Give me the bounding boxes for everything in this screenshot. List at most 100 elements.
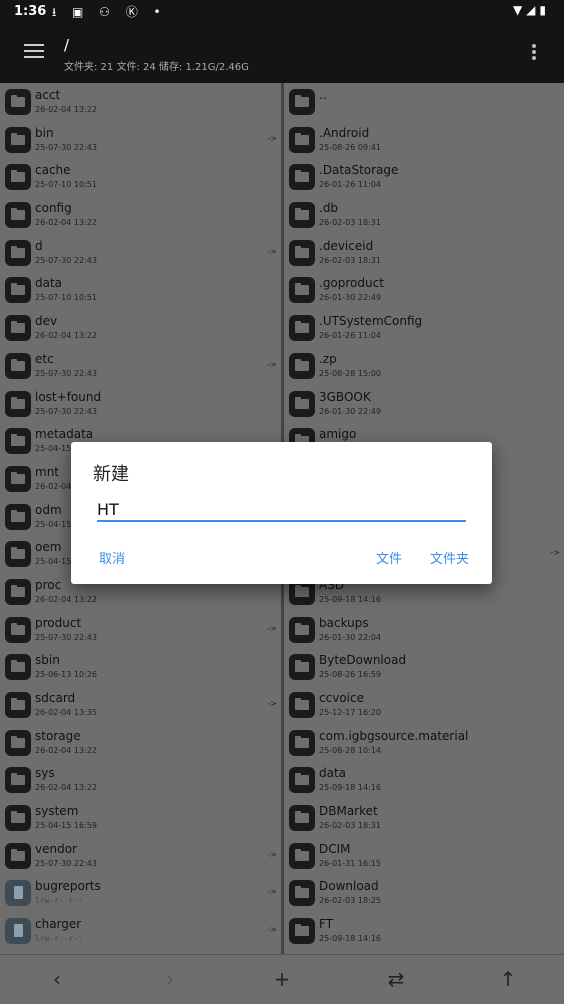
- file-row[interactable]: bugreports lrw-r--r-- ->: [0, 874, 281, 912]
- file-meta: 26-01-31 16:15: [319, 858, 381, 868]
- file-name: DCIM: [319, 841, 351, 856]
- file-row[interactable]: FT 25-09-18 14:16: [284, 912, 564, 950]
- file-row[interactable]: product 25-07-30 22:43 ->: [0, 611, 281, 649]
- file-row[interactable]: data 25-09-18 14:16: [284, 761, 564, 799]
- file-row[interactable]: etc 25-07-30 22:43 ->: [0, 347, 281, 385]
- file-row[interactable]: sbin 25-06-13 10:26: [0, 648, 281, 686]
- folder-icon: [5, 616, 31, 643]
- file-row[interactable]: com.igbgsource.material 25-08-28 10:14: [284, 724, 564, 762]
- file-row[interactable]: .zp 25-08-28 15:00: [284, 347, 564, 385]
- back-icon[interactable]: ‹: [42, 967, 72, 993]
- file-row[interactable]: data 25-07-10 10:51: [0, 271, 281, 309]
- file-row[interactable]: charger lrw-r--r-- ->: [0, 912, 281, 950]
- file-row[interactable]: .db 26-02-03 18:31: [284, 196, 564, 234]
- folder-icon: [289, 654, 315, 681]
- file-name: .goproduct: [319, 276, 384, 291]
- file-row[interactable]: 3GBOOK 26-01-30 22:49: [284, 385, 564, 423]
- file-row[interactable]: d 25-07-30 22:43 ->: [0, 234, 281, 272]
- file-row[interactable]: cache 25-07-10 10:51: [0, 158, 281, 196]
- name-input[interactable]: [97, 498, 466, 522]
- file-meta: 25-12-17 16:20: [319, 708, 381, 717]
- folder-icon: [289, 767, 315, 794]
- file-row[interactable]: .DataStorage 26-01-26 11:04: [284, 158, 564, 196]
- hamburger-menu-icon[interactable]: [24, 44, 44, 58]
- file-meta: 26-02-04 13:22: [35, 218, 97, 228]
- add-icon[interactable]: +: [267, 967, 297, 993]
- file-row[interactable]: ..: [284, 83, 564, 121]
- storage-summary: 文件夹: 21 文件: 24 储存: 1.21G/2.46G: [64, 62, 249, 73]
- file-name: sdcard: [35, 691, 76, 705]
- file-name: sbin: [35, 653, 60, 668]
- folder-icon: [5, 390, 31, 417]
- file-row[interactable]: sys 26-02-04 13:22: [0, 761, 281, 799]
- bottom-toolbar: ‹ › + ⇄ ↑: [0, 954, 564, 1004]
- file-row[interactable]: ccvoice 25-12-17 16:20: [284, 686, 564, 724]
- file-name: system: [35, 804, 79, 819]
- folder-icon: [289, 89, 315, 115]
- file-row[interactable]: ByteDownload 25-08-26 16:59: [284, 648, 564, 686]
- new-file-button[interactable]: 文件: [376, 548, 402, 567]
- file-meta: 25-07-30 22:43: [35, 406, 97, 416]
- file-meta: 26-02-03 18:31: [319, 255, 381, 265]
- file-row[interactable]: DCIM 26-01-31 16:15: [284, 837, 564, 875]
- forward-icon[interactable]: ›: [155, 967, 185, 993]
- swap-panes-icon[interactable]: ⇄: [381, 967, 411, 993]
- file-meta: 25-07-30 22:43: [35, 142, 97, 152]
- file-name: config: [35, 201, 72, 216]
- file-meta: 26-02-04 13:22: [35, 594, 97, 604]
- file-row[interactable]: storage 26-02-04 13:22: [0, 724, 281, 762]
- file-name: bin: [35, 125, 54, 140]
- file-name: .zp: [319, 351, 337, 366]
- file-row[interactable]: .deviceid 26-02-03 18:31: [284, 234, 564, 272]
- file-name: backups: [319, 615, 369, 630]
- file-name: ByteDownload: [319, 653, 407, 668]
- file-row[interactable]: system 25-04-15 16:59: [0, 799, 281, 837]
- file-row[interactable]: lost+found 25-07-30 22:43: [0, 385, 281, 423]
- file-name: etc: [35, 351, 54, 366]
- file-name: .deviceid: [319, 238, 374, 253]
- file-row[interactable]: vendor 25-07-30 22:43 ->: [0, 837, 281, 875]
- folder-icon: [289, 842, 315, 869]
- file-meta: 26-01-26 11:04: [319, 180, 381, 190]
- file-row[interactable]: acct 26-02-04 13:22: [0, 83, 281, 121]
- file-row[interactable]: backups 26-01-30 22:04: [284, 611, 564, 649]
- notification-icons: ⭳ ▣ ⚇ Ⓚ •: [52, 5, 167, 19]
- file-meta: 26-01-26 11:04: [319, 331, 381, 341]
- file-row[interactable]: bin 25-07-30 22:43 ->: [0, 121, 281, 159]
- new-folder-button[interactable]: 文件夹: [430, 548, 469, 567]
- status-bar: 1:36 ⭳ ▣ ⚇ Ⓚ • ▼◢▮: [0, 0, 564, 24]
- file-name: d: [35, 238, 43, 253]
- file-name: DBMarket: [319, 804, 378, 819]
- file-name: 3GBOOK: [319, 389, 371, 404]
- cancel-button[interactable]: 取消: [99, 548, 125, 567]
- file-meta: 26-01-30 22:04: [319, 632, 381, 642]
- file-row[interactable]: sdcard 26-02-04 13:35 ->: [0, 686, 281, 724]
- file-row[interactable]: .goproduct 26-01-30 22:49: [284, 271, 564, 309]
- file-row[interactable]: .Android 25-08-26 09:41: [284, 121, 564, 159]
- file-name: dev: [35, 314, 58, 329]
- file-name: vendor: [35, 841, 77, 856]
- folder-icon: [289, 126, 315, 153]
- file-meta: 26-02-04 13:35: [35, 708, 97, 717]
- folder-icon: [289, 202, 315, 229]
- file-meta: 25-09-18 14:16: [319, 783, 381, 793]
- up-icon[interactable]: ↑: [493, 967, 523, 993]
- file-meta: 26-01-30 22:49: [319, 293, 381, 303]
- more-options-icon[interactable]: [532, 44, 536, 62]
- file-name: proc: [35, 577, 62, 592]
- file-row[interactable]: Download 26-02-03 18:25: [284, 874, 564, 912]
- symlink-indicator: ->: [267, 359, 277, 369]
- folder-icon: [289, 239, 315, 266]
- file-name: com.igbgsource.material: [319, 728, 469, 743]
- file-row[interactable]: DBMarket 26-02-03 18:31: [284, 799, 564, 837]
- file-name: Download: [319, 879, 379, 894]
- file-row[interactable]: config 26-02-04 13:22: [0, 196, 281, 234]
- file-row[interactable]: .UTSystemConfig 26-01-26 11:04: [284, 309, 564, 347]
- folder-icon: [289, 805, 315, 832]
- file-row[interactable]: dev 26-02-04 13:22: [0, 309, 281, 347]
- file-name: mnt: [35, 464, 59, 479]
- file-name: cache: [35, 163, 71, 178]
- folder-icon: [5, 729, 31, 756]
- file-name: data: [319, 766, 347, 781]
- file-meta: 26-02-03 18:31: [319, 218, 381, 228]
